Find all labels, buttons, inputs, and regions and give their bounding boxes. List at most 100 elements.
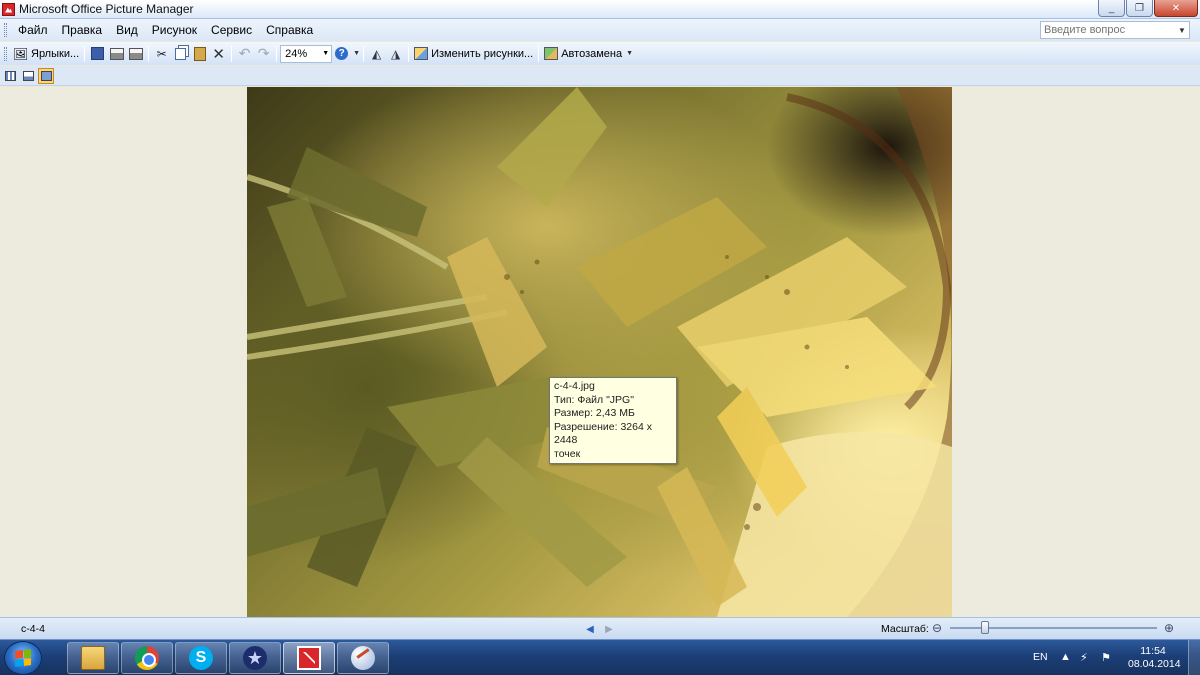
help-button[interactable]: ? bbox=[332, 44, 351, 63]
menu-bar: Файл Правка Вид Рисунок Сервис Справка ▼ bbox=[0, 19, 1200, 41]
taskbar-skype[interactable]: S bbox=[175, 642, 227, 674]
next-picture-icon[interactable]: ▶ bbox=[603, 622, 615, 636]
paint-icon bbox=[351, 646, 375, 670]
menu-edit[interactable]: Правка bbox=[55, 23, 110, 37]
help-icon: ? bbox=[335, 47, 349, 60]
menu-help[interactable]: Справка bbox=[259, 23, 320, 37]
toolbar-separator bbox=[148, 45, 150, 62]
shortcuts-label: Ярлыки... bbox=[31, 47, 80, 60]
help-search-input[interactable] bbox=[1044, 24, 1176, 36]
zoom-in-icon[interactable]: ⊕ bbox=[1162, 621, 1176, 635]
print-button[interactable] bbox=[107, 44, 126, 63]
edit-pictures-icon bbox=[414, 47, 429, 60]
show-desktop-button[interactable] bbox=[1188, 640, 1200, 675]
email-icon bbox=[128, 47, 143, 60]
shortcuts-button[interactable]: 🖼 Ярлыки... bbox=[11, 44, 81, 63]
rotate-right-icon: ◮ bbox=[390, 46, 401, 61]
status-filename: c-4-4 bbox=[21, 623, 45, 635]
copy-button[interactable] bbox=[171, 44, 190, 63]
restore-button[interactable]: ❐ bbox=[1126, 0, 1153, 17]
taskbar-picture-manager[interactable] bbox=[283, 642, 335, 674]
toolbar-separator bbox=[276, 45, 278, 62]
cut-button[interactable]: ✂ bbox=[152, 44, 171, 63]
menu-tools[interactable]: Сервис bbox=[204, 23, 259, 37]
toolbar-separator bbox=[538, 45, 540, 62]
tooltip-resolution-unit: точек bbox=[554, 447, 581, 460]
standard-toolbar: 🖼 Ярлыки... ✂ ✕ ↶ ↷ 24% ▼ ? ▼ ◭ ◮ Измени… bbox=[0, 42, 1200, 65]
zoom-label: Масштаб: bbox=[881, 623, 929, 635]
delete-icon: ✕ bbox=[212, 45, 225, 63]
email-button[interactable] bbox=[126, 44, 145, 63]
rotate-right-button[interactable]: ◮ bbox=[386, 44, 405, 63]
start-button[interactable] bbox=[4, 641, 42, 675]
chevron-down-icon[interactable]: ▼ bbox=[322, 50, 329, 57]
tooltip-type: Тип: Файл "JPG" bbox=[554, 393, 634, 406]
thumbnail-view-button[interactable] bbox=[2, 68, 18, 84]
rotate-left-button[interactable]: ◭ bbox=[367, 44, 386, 63]
edit-pictures-label: Изменить рисунки... bbox=[431, 47, 534, 60]
zoom-combo[interactable]: 24% ▼ bbox=[280, 44, 333, 63]
thumbnail-view-icon bbox=[4, 70, 16, 81]
file-info-tooltip: c-4-4.jpg Тип: Файл "JPG" Размер: 2,43 М… bbox=[549, 377, 677, 464]
autocorrect-icon bbox=[544, 47, 559, 60]
print-icon bbox=[109, 47, 124, 60]
paste-button[interactable] bbox=[190, 44, 209, 63]
star-app-icon: ★ bbox=[243, 646, 267, 670]
toolbar-options-icon[interactable]: ▼ bbox=[353, 50, 360, 57]
rotate-left-icon: ◭ bbox=[371, 46, 382, 61]
toolbar-separator bbox=[84, 45, 86, 62]
filmstrip-view-button[interactable] bbox=[20, 68, 36, 84]
toolbar-separator bbox=[363, 45, 365, 62]
undo-button[interactable]: ↶ bbox=[235, 44, 254, 63]
shortcuts-icon: 🖼 bbox=[12, 46, 29, 61]
picture-manager-icon[interactable] bbox=[2, 2, 15, 16]
zoom-slider-thumb[interactable] bbox=[981, 621, 990, 634]
paste-icon bbox=[193, 46, 206, 61]
zoom-combo-value: 24% bbox=[285, 47, 308, 60]
help-search-box[interactable]: ▼ bbox=[1040, 21, 1190, 39]
single-picture-view-button[interactable] bbox=[38, 67, 54, 84]
power-icon[interactable]: ⚡ bbox=[1080, 651, 1088, 664]
tooltip-resolution: Разрешение: 3264 x 2448 bbox=[554, 420, 652, 447]
picture-preview[interactable] bbox=[247, 87, 952, 617]
close-button[interactable]: ✕ bbox=[1154, 0, 1198, 17]
language-indicator[interactable]: EN bbox=[1033, 651, 1048, 663]
cut-icon: ✂ bbox=[156, 46, 167, 61]
toolbar-grip[interactable] bbox=[4, 46, 7, 61]
autocorrect-button[interactable]: Автозамена bbox=[542, 44, 624, 63]
picture-workspace: c-4-4.jpg Тип: Файл "JPG" Размер: 2,43 М… bbox=[0, 87, 1200, 617]
single-picture-view-icon bbox=[40, 70, 52, 81]
chrome-icon bbox=[135, 646, 159, 670]
windows-logo-icon bbox=[15, 649, 31, 667]
view-mode-bar bbox=[0, 66, 1200, 86]
copy-icon bbox=[175, 47, 187, 60]
explorer-icon bbox=[81, 646, 105, 670]
taskbar-star-app[interactable]: ★ bbox=[229, 642, 281, 674]
chevron-down-icon[interactable]: ▼ bbox=[1178, 26, 1186, 35]
save-button[interactable] bbox=[88, 44, 107, 63]
show-hidden-icons-icon[interactable]: ▲ bbox=[1060, 651, 1071, 663]
toolbar-options-icon[interactable]: ▼ bbox=[626, 50, 633, 57]
zoom-out-icon[interactable]: ⊖ bbox=[930, 621, 944, 635]
status-bar: c-4-4 ◀ ▶ Масштаб: ⊖ ⊕ bbox=[0, 617, 1200, 639]
previous-picture-icon[interactable]: ◀ bbox=[584, 622, 596, 636]
system-clock[interactable]: 11:54 08.04.2014 bbox=[1128, 645, 1181, 671]
menu-picture[interactable]: Рисунок bbox=[145, 23, 204, 37]
undo-icon: ↶ bbox=[238, 45, 251, 61]
toolbar-separator bbox=[408, 45, 410, 62]
menu-view[interactable]: Вид bbox=[109, 23, 145, 37]
save-icon bbox=[91, 47, 105, 60]
taskbar-explorer[interactable] bbox=[67, 642, 119, 674]
taskbar-chrome[interactable] bbox=[121, 642, 173, 674]
redo-button[interactable]: ↷ bbox=[254, 44, 273, 63]
menu-file[interactable]: Файл bbox=[11, 23, 55, 37]
tooltip-size: Размер: 2,43 МБ bbox=[554, 407, 635, 419]
edit-pictures-button[interactable]: Изменить рисунки... bbox=[412, 44, 535, 63]
delete-button[interactable]: ✕ bbox=[209, 44, 228, 63]
minimize-button[interactable]: _ bbox=[1098, 0, 1125, 17]
menu-grip[interactable] bbox=[4, 23, 7, 37]
taskbar-paint[interactable] bbox=[337, 642, 389, 674]
redo-icon: ↷ bbox=[257, 45, 270, 61]
action-center-flag-icon[interactable]: ⚑ bbox=[1101, 651, 1111, 664]
clock-date: 08.04.2014 bbox=[1128, 658, 1181, 670]
